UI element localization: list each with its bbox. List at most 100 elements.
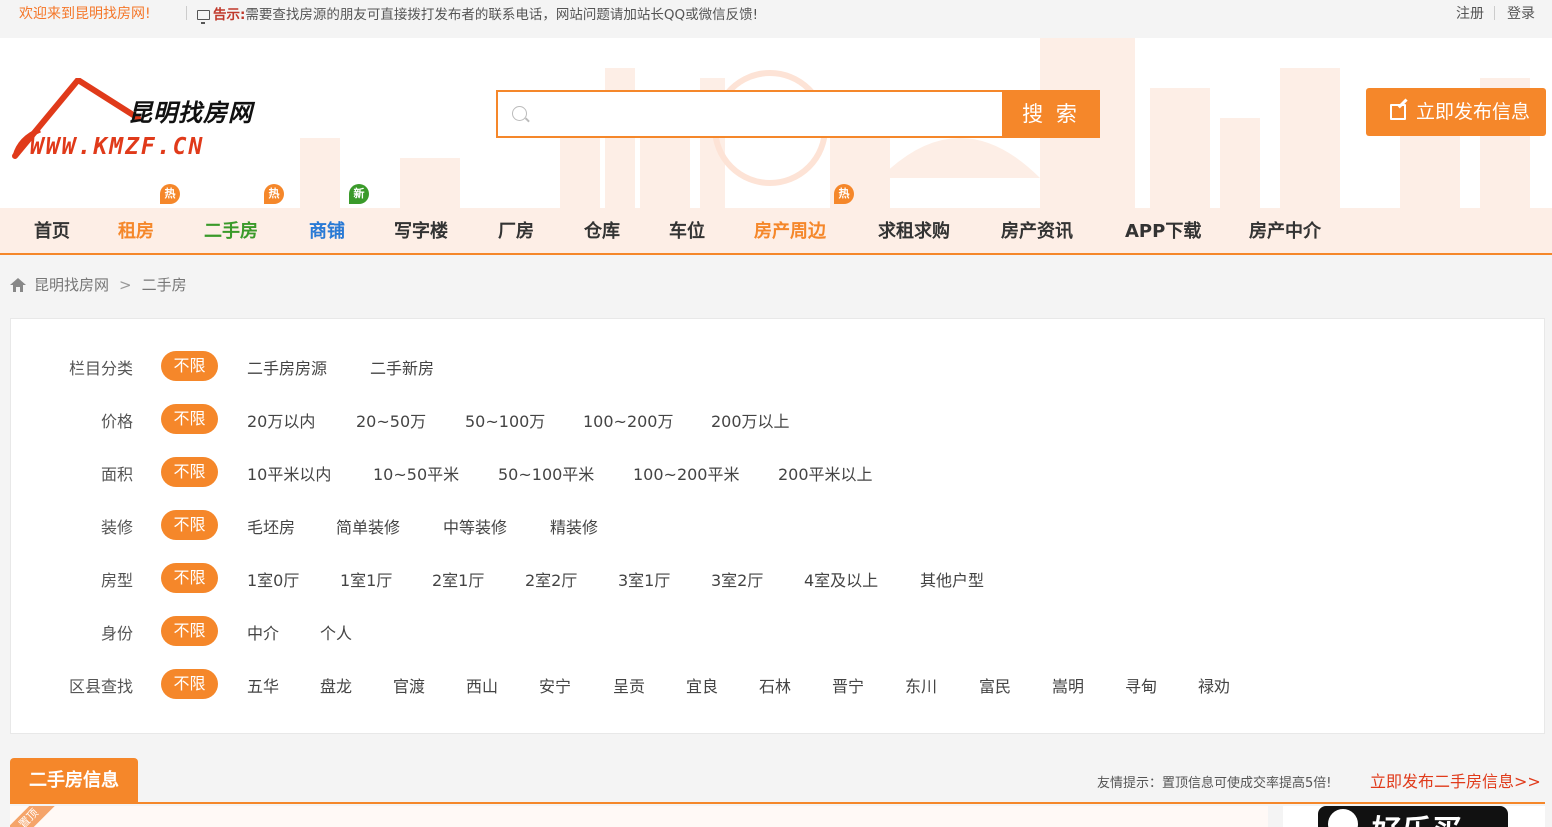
ad-banner[interactable]: 好乐买: [1318, 806, 1508, 827]
welcome-text: 欢迎来到昆明找房网!: [19, 6, 151, 22]
filter-option[interactable]: 呈贡: [613, 673, 645, 697]
filter-option[interactable]: 盘龙: [320, 673, 352, 697]
notice-label: 告示:: [213, 7, 246, 23]
filter-row-price: 价格 不限 20万以内 20~50万 50~100万 100~200万 200万…: [11, 404, 1541, 434]
filter-option[interactable]: 20万以内: [247, 408, 315, 432]
site-header: 昆明找房网 WWW.KMZF.CN 搜 索 立即发布信息 首页 热租房 热二手房…: [0, 38, 1552, 255]
site-logo[interactable]: 昆明找房网 WWW.KMZF.CN: [10, 78, 280, 168]
filter-option[interactable]: 二手新房: [370, 355, 434, 379]
filter-option[interactable]: 个人: [320, 620, 352, 644]
filter-option[interactable]: 10~50平米: [373, 461, 459, 485]
filter-panel: 栏目分类 不限 二手房房源 二手新房 价格 不限 20万以内 20~50万 50…: [10, 318, 1545, 734]
filter-option[interactable]: 50~100平米: [498, 461, 594, 485]
filter-label: 房型: [100, 571, 133, 590]
filter-option[interactable]: 宜良: [686, 673, 718, 697]
publish-button[interactable]: 立即发布信息: [1366, 88, 1546, 136]
filter-option[interactable]: 西山: [466, 673, 498, 697]
nav-item-office[interactable]: 写字楼: [394, 217, 448, 243]
side-ad[interactable]: 好乐买: [1283, 806, 1545, 827]
filter-option[interactable]: 3室1厅: [618, 567, 670, 591]
breadcrumb: 昆明找房网 > 二手房: [10, 274, 187, 295]
filter-option-active[interactable]: 不限: [161, 457, 218, 487]
home-icon: [10, 278, 26, 292]
filter-option-active[interactable]: 不限: [161, 351, 218, 381]
nav-item-second-hand[interactable]: 热二手房: [204, 184, 284, 243]
main-nav: 首页 热租房 热二手房 新商铺 写字楼 厂房 仓库 车位 热房产周边 求租求购 …: [0, 184, 1552, 253]
filter-label: 面积: [100, 465, 133, 484]
filter-option[interactable]: 嵩明: [1052, 673, 1084, 697]
search-input[interactable]: [536, 100, 996, 128]
filter-option[interactable]: 100~200万: [583, 408, 674, 432]
filter-option[interactable]: 禄劝: [1198, 673, 1230, 697]
filter-option[interactable]: 寻甸: [1125, 673, 1157, 697]
top-ribbon: 置顶: [10, 806, 61, 827]
monitor-icon: [197, 10, 210, 24]
filter-option[interactable]: 五华: [247, 673, 279, 697]
notice-text: 需要查找房源的朋友可直接拨打发布者的联系电话，网站问题请加站长QQ或微信反馈!: [245, 7, 759, 23]
breadcrumb-separator: >: [119, 276, 132, 294]
filter-option[interactable]: 4室及以上: [804, 567, 878, 591]
filter-label: 栏目分类: [68, 359, 133, 378]
filter-label: 装修: [100, 518, 133, 537]
listing-area: 置顶: [10, 806, 1268, 827]
section-title-tab: 二手房信息: [10, 758, 138, 804]
nav-item-shops[interactable]: 新商铺: [309, 184, 369, 243]
logo-url-text: WWW.KMZF.CN: [30, 134, 205, 160]
nav-item-rent[interactable]: 热租房: [118, 184, 180, 243]
nav-item-warehouse[interactable]: 仓库: [584, 217, 620, 243]
filter-option[interactable]: 其他户型: [920, 567, 984, 591]
filter-option[interactable]: 100~200平米: [633, 461, 740, 485]
filter-option[interactable]: 200万以上: [711, 408, 790, 432]
filter-option[interactable]: 官渡: [393, 673, 425, 697]
filter-label: 身份: [100, 624, 133, 643]
filter-option[interactable]: 50~100万: [465, 408, 545, 432]
filter-option[interactable]: 石林: [759, 673, 791, 697]
filter-option-active[interactable]: 不限: [161, 669, 218, 699]
filter-option[interactable]: 安宁: [539, 673, 571, 697]
filter-option[interactable]: 晋宁: [832, 673, 864, 697]
login-link[interactable]: 登录: [1507, 3, 1535, 23]
search-box: [496, 90, 1004, 138]
nav-item-wanted[interactable]: 求租求购: [878, 217, 950, 243]
publish-second-hand-link[interactable]: 立即发布二手房信息>>: [1370, 768, 1541, 792]
filter-option[interactable]: 200平米以上: [778, 461, 873, 485]
filter-option-active[interactable]: 不限: [161, 404, 218, 434]
nav-item-around[interactable]: 热房产周边: [754, 184, 854, 243]
filter-option[interactable]: 2室1厅: [432, 567, 484, 591]
publish-button-label: 立即发布信息: [1416, 101, 1531, 123]
filter-option[interactable]: 1室0厅: [247, 567, 299, 591]
search-button[interactable]: 搜 索: [1002, 90, 1100, 138]
nav-item-factory[interactable]: 厂房: [498, 217, 534, 243]
filter-option-active[interactable]: 不限: [161, 510, 218, 540]
register-link[interactable]: 注册: [1456, 3, 1484, 23]
nav-item-parking[interactable]: 车位: [669, 217, 705, 243]
nav-item-app[interactable]: APP下载: [1125, 217, 1201, 243]
filter-label: 价格: [100, 412, 133, 431]
filter-option[interactable]: 精装修: [550, 514, 598, 538]
filter-option[interactable]: 简单装修: [336, 514, 400, 538]
filter-option[interactable]: 3室2厅: [711, 567, 763, 591]
filter-option[interactable]: 东川: [905, 673, 937, 697]
divider: [186, 6, 187, 20]
nav-item-agency[interactable]: 房产中介: [1249, 217, 1321, 243]
breadcrumb-current: 二手房: [141, 276, 187, 294]
filter-option-active[interactable]: 不限: [161, 616, 218, 646]
filter-option[interactable]: 20~50万: [356, 408, 426, 432]
filter-option[interactable]: 二手房房源: [247, 355, 327, 379]
new-badge: 新: [349, 184, 369, 204]
nav-item-home[interactable]: 首页: [34, 217, 70, 243]
top-notice-bar: 欢迎来到昆明找房网! 告示:需要查找房源的朋友可直接拨打发布者的联系电话，网站问…: [0, 0, 1552, 38]
filter-option[interactable]: 2室2厅: [525, 567, 577, 591]
search-bar: 搜 索: [496, 90, 1100, 138]
filter-option-active[interactable]: 不限: [161, 563, 218, 593]
filter-option[interactable]: 10平米以内: [247, 461, 331, 485]
filter-option[interactable]: 1室1厅: [340, 567, 392, 591]
filter-option[interactable]: 富民: [979, 673, 1011, 697]
filter-option[interactable]: 中介: [247, 620, 279, 644]
filter-option[interactable]: 毛坯房: [247, 514, 295, 538]
filter-label: 区县查找: [68, 677, 133, 696]
hot-badge: 热: [160, 184, 180, 204]
nav-item-news[interactable]: 房产资讯: [1001, 217, 1073, 243]
breadcrumb-home[interactable]: 昆明找房网: [34, 276, 109, 294]
filter-option[interactable]: 中等装修: [443, 514, 507, 538]
